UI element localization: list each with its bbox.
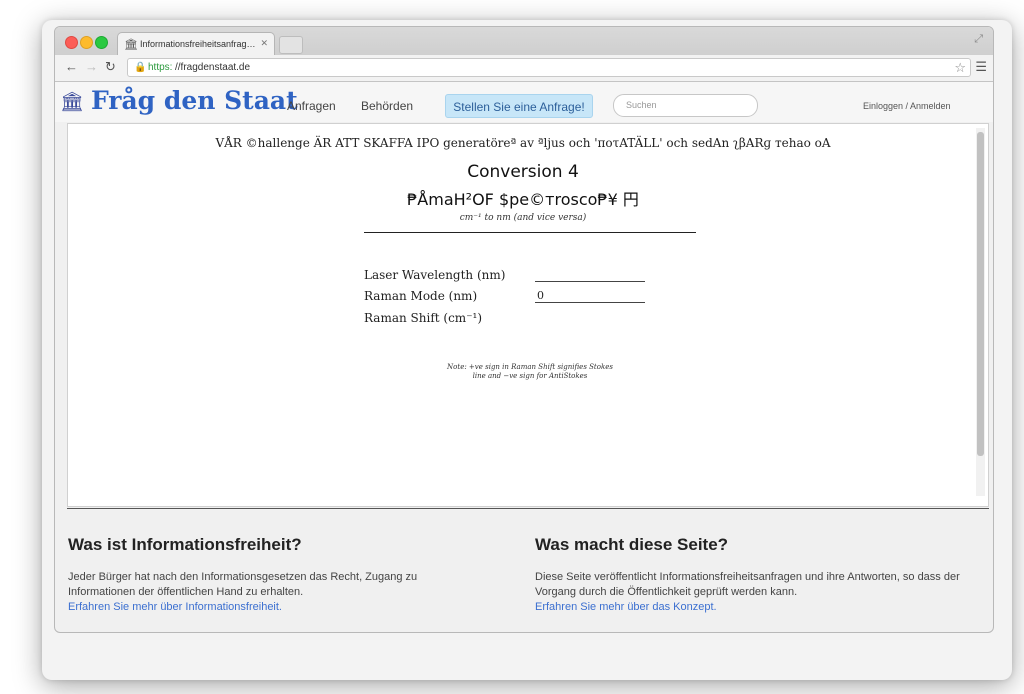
- converter-subheading: ₱ÅmaH²OF $pe©тrosco₱¥ 円: [407, 190, 639, 209]
- browser-window: 🏛 Informationsfreiheitsanfrag… ✕ ⤢ ← → ↻…: [54, 26, 994, 633]
- converter-heading: Conversion 4: [467, 162, 579, 182]
- laser-wavelength-input[interactable]: [535, 268, 645, 282]
- tab-strip: 🏛 Informationsfreiheitsanfrag… ✕ ⤢: [55, 27, 993, 55]
- browser-tab[interactable]: 🏛 Informationsfreiheitsanfrag… ✕: [117, 32, 275, 55]
- sign-note-line-1: Note: +ve sign in Raman Shift signifies …: [447, 363, 613, 371]
- info-text-site: Diese Seite veröffentlicht Informationsf…: [535, 570, 980, 615]
- url-text: //fragdenstaat.de: [175, 62, 251, 73]
- info-body-site: Diese Seite veröffentlicht Informationsf…: [535, 571, 960, 598]
- scrolling-banner: VÅR ©hallenge ÄR ATT SKAFFA IPO generatö…: [215, 136, 831, 150]
- institution-logo-icon[interactable]: 🏛: [60, 90, 84, 114]
- address-toolbar: ← → ↻ 🔒 https: //fragdenstaat.de ☆ ☰: [55, 55, 993, 82]
- site-logo[interactable]: Fråg den Staat: [91, 86, 298, 115]
- tab-close-icon[interactable]: ✕: [260, 38, 268, 49]
- laser-wavelength-label: Laser Wavelength (nm): [364, 268, 506, 282]
- frame-scrollbar-thumb[interactable]: [977, 132, 984, 456]
- tab-title: Informationsfreiheitsanfrag…: [140, 39, 256, 49]
- heading-divider: [364, 232, 696, 233]
- back-arrow-icon[interactable]: ←: [65, 59, 78, 74]
- converter-subtitle: cm⁻¹ to nm (and vice versa): [459, 213, 587, 223]
- learn-more-concept-link[interactable]: Erfahren Sie mehr über das Konzept.: [535, 600, 980, 615]
- search-input[interactable]: Suchen: [613, 94, 758, 117]
- minimize-window-button[interactable]: [80, 36, 93, 49]
- frame-bottom-border: [67, 508, 989, 509]
- learn-more-freedom-link[interactable]: Erfahren Sie mehr über Informationsfreih…: [68, 600, 478, 615]
- zoom-window-button[interactable]: [95, 36, 108, 49]
- sign-note-line-2: line and −ve sign for AntiStokes: [472, 372, 588, 380]
- close-window-button[interactable]: [65, 36, 78, 49]
- login-link[interactable]: Einloggen / Anmelden: [863, 101, 951, 111]
- raman-shift-label: Raman Shift (cm⁻¹): [364, 311, 483, 325]
- info-text-freedom: Jeder Bürger hat nach den Informationsge…: [68, 570, 478, 615]
- nav-anfragen[interactable]: Anfragen: [287, 99, 336, 113]
- new-tab-button[interactable]: [279, 36, 303, 54]
- bookmark-star-icon[interactable]: ☆: [954, 60, 966, 76]
- raman-mode-label: Raman Mode (nm): [364, 289, 478, 303]
- site-header: 🏛 Fråg den Staat Anfragen Behörden Stell…: [55, 82, 993, 122]
- reload-icon[interactable]: ↻: [105, 59, 116, 75]
- embedded-converter-frame: VÅR ©hallenge ÄR ATT SKAFFA IPO generatö…: [67, 123, 989, 507]
- url-scheme: https:: [148, 62, 173, 73]
- browser-menu-icon[interactable]: ☰: [975, 59, 987, 75]
- nav-behoerden[interactable]: Behörden: [361, 99, 413, 113]
- address-bar[interactable]: 🔒 https: //fragdenstaat.de ☆: [127, 58, 971, 77]
- fullscreen-icon[interactable]: ⤢: [974, 33, 983, 46]
- lock-icon: 🔒: [134, 62, 147, 73]
- info-heading-site: Was macht diese Seite?: [535, 535, 729, 554]
- info-heading-freedom: Was ist Informationsfreiheit?: [68, 535, 302, 554]
- building-favicon-icon: 🏛: [124, 39, 138, 51]
- info-body-freedom: Jeder Bürger hat nach den Informationsge…: [68, 571, 418, 598]
- sign-note: Note: +ve sign in Raman Shift signifies …: [364, 363, 696, 381]
- new-request-button[interactable]: Stellen Sie eine Anfrage!: [445, 94, 593, 118]
- forward-arrow-icon[interactable]: →: [85, 59, 98, 74]
- raman-mode-input[interactable]: [535, 289, 645, 303]
